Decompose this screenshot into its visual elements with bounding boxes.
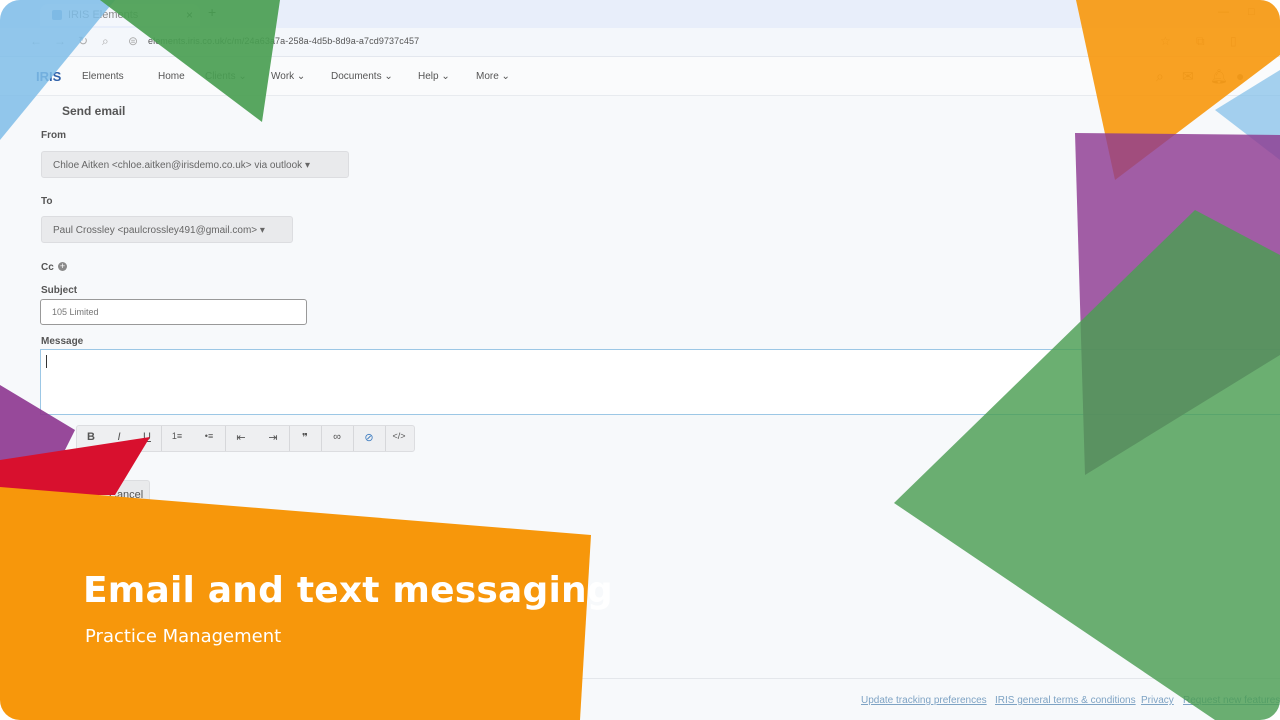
subject-input[interactable]: 105 Limited [40, 299, 307, 325]
quote-icon[interactable]: ❞ [291, 431, 319, 447]
browser-tab-bar: IRIS Elements × + — □ [0, 0, 1280, 28]
iris-logo[interactable]: IRIS [36, 69, 61, 84]
purple-shape-right [1075, 133, 1280, 475]
footer-link-privacy[interactable]: Privacy [1141, 695, 1174, 706]
footer-link-feature-request[interactable]: Request new features [1183, 695, 1280, 706]
nav-home[interactable]: Home [158, 71, 185, 82]
from-dropdown[interactable]: Chloe Aitken <chloe.aitken@irisdemo.co.u… [41, 151, 349, 178]
nav-documents[interactable]: Documents ⌄ [331, 71, 393, 82]
url-field[interactable]: elements.iris.co.uk/c/m/24a63a7a-258a-4d… [148, 36, 419, 46]
bullet-list-icon[interactable]: •≡ [195, 431, 223, 447]
to-label: To [41, 196, 53, 207]
search-icon[interactable]: ⌕ [102, 34, 109, 49]
subject-label: Subject [41, 285, 78, 296]
from-label: From [41, 130, 66, 141]
italic-icon[interactable]: I [105, 431, 133, 447]
bell-icon[interactable]: 🔔︎ [1210, 68, 1228, 85]
forward-icon[interactable]: → [54, 34, 66, 48]
footer-link-terms[interactable]: IRIS general terms & conditions [995, 695, 1136, 706]
add-cc-icon[interactable]: + [58, 262, 67, 271]
sidebar-icon[interactable]: ▯ [1230, 34, 1237, 48]
nav-clients[interactable]: Clients ⌄ [205, 71, 247, 82]
nav-help[interactable]: Help ⌄ [418, 71, 450, 82]
minimize-icon[interactable]: — [1218, 6, 1229, 18]
user-icon[interactable]: ● [1236, 68, 1244, 84]
toolbar-divider [225, 426, 226, 451]
attachment-icon[interactable]: ⊘ [355, 431, 383, 447]
site-info-icon[interactable]: ⊜ [128, 34, 138, 48]
page-footer: Update tracking preferences IRIS general… [0, 678, 1280, 720]
toolbar-divider [353, 426, 354, 451]
close-tab-icon[interactable]: × [186, 4, 193, 26]
app-header: IRIS Elements Home Clients ⌄ Work ⌄ Docu… [0, 57, 1280, 96]
code-icon[interactable]: </> [385, 431, 413, 447]
video-subtitle: Practice Management [85, 626, 282, 647]
underline-icon[interactable]: U [133, 431, 161, 447]
bookmark-star-icon[interactable]: ☆ [1160, 34, 1171, 48]
text-cursor [46, 355, 47, 368]
product-name: Elements [82, 71, 124, 82]
mail-icon[interactable]: ✉ [1182, 68, 1194, 85]
ordered-list-icon[interactable]: 1≡ [163, 431, 191, 447]
message-label: Message [41, 336, 84, 347]
footer-link-tracking[interactable]: Update tracking preferences [861, 695, 987, 706]
address-bar: ← → ↻ ⌕ ⊜ elements.iris.co.uk/c/m/24a63a… [0, 28, 1280, 57]
browser-tab[interactable]: IRIS Elements × [40, 4, 200, 26]
new-tab-button[interactable]: + [208, 4, 216, 20]
link-icon[interactable]: ∞ [323, 431, 351, 447]
favicon-icon [52, 10, 62, 20]
nav-more[interactable]: More ⌄ [476, 71, 510, 82]
toolbar-divider [321, 426, 322, 451]
formatting-toolbar: B I U 1≡ •≡ ⇤ ⇥ ❞ ∞ ⊘ </> [76, 425, 415, 452]
video-frame: IRIS Elements × + — □ ← → ↻ ⌕ ⊜ elements… [0, 0, 1280, 720]
page-title: Send email [62, 104, 126, 118]
back-icon[interactable]: ← [30, 34, 42, 48]
bold-icon[interactable]: B [77, 431, 105, 447]
to-dropdown[interactable]: Paul Crossley <paulcrossley491@gmail.com… [41, 216, 293, 243]
extensions-icon[interactable]: ⧉ [1196, 34, 1205, 49]
reload-icon[interactable]: ↻ [78, 34, 88, 48]
cc-label: Cc [41, 262, 54, 273]
maximize-icon[interactable]: □ [1248, 6, 1255, 18]
toolbar-divider [161, 426, 162, 451]
tab-title: IRIS Elements [68, 9, 139, 21]
toolbar-divider [289, 426, 290, 451]
video-title: Email and text messaging [83, 570, 613, 611]
nav-work[interactable]: Work ⌄ [271, 71, 305, 82]
outdent-icon[interactable]: ⇤ [227, 431, 255, 447]
search-icon[interactable]: ⌕ [1156, 68, 1164, 85]
cancel-button[interactable]: Cancel [100, 480, 150, 508]
green-shape-right [894, 210, 1280, 720]
message-editor[interactable] [40, 349, 1280, 415]
indent-icon[interactable]: ⇥ [259, 431, 287, 447]
